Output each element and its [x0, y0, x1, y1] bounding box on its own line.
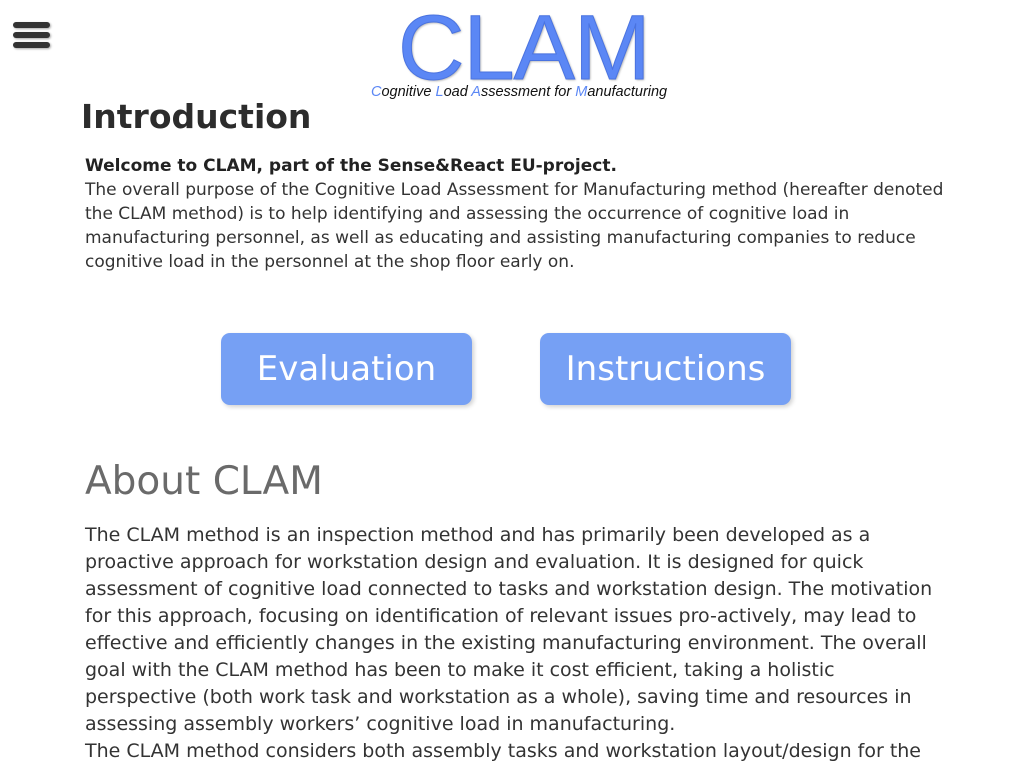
welcome-text: Welcome to CLAM, part of the Sense&React…: [85, 156, 617, 176]
intro-text: Welcome to CLAM, part of the Sense&React…: [85, 154, 945, 274]
intro-body: The overall purpose of the Cognitive Loa…: [85, 180, 944, 272]
about-paragraph: The CLAM method is an inspection method …: [85, 524, 933, 735]
clam-logo[interactable]: C L A M Cognitive Load Assessment for Manuf…: [368, 0, 698, 104]
logo-subtitle-letter: M: [575, 84, 588, 100]
logo-subtitle-text: anufacturing: [587, 84, 668, 100]
menu-bar: [13, 32, 50, 38]
logo-subtitle-text: ssessment for: [480, 84, 576, 100]
logo-wordmark: CLAM: [398, 0, 652, 99]
hamburger-menu-icon[interactable]: [13, 20, 51, 50]
about-heading: About CLAM: [85, 459, 323, 504]
logo-subtitle: Cognitive Load Assessment for Manufactur…: [371, 84, 667, 100]
logo-subtitle-letter: L: [435, 84, 444, 100]
page: C L A M Cognitive Load Assessment for Manuf…: [0, 0, 1022, 767]
about-text: The CLAM method is an inspection method …: [85, 522, 945, 765]
logo-subtitle-letter: C: [371, 84, 382, 100]
intro-heading: Introduction: [81, 97, 312, 136]
logo-subtitle-text: oad: [443, 84, 472, 100]
menu-bar: [13, 42, 50, 48]
logo-subtitle-text: ognitive: [381, 84, 436, 100]
about-paragraph: The CLAM method considers both assembly …: [85, 740, 921, 762]
menu-bar: [13, 22, 50, 28]
instructions-button[interactable]: Instructions: [540, 333, 791, 405]
logo-subtitle-letter: A: [471, 84, 481, 100]
evaluation-tool-button[interactable]: Evaluation Tool: [221, 333, 472, 461]
